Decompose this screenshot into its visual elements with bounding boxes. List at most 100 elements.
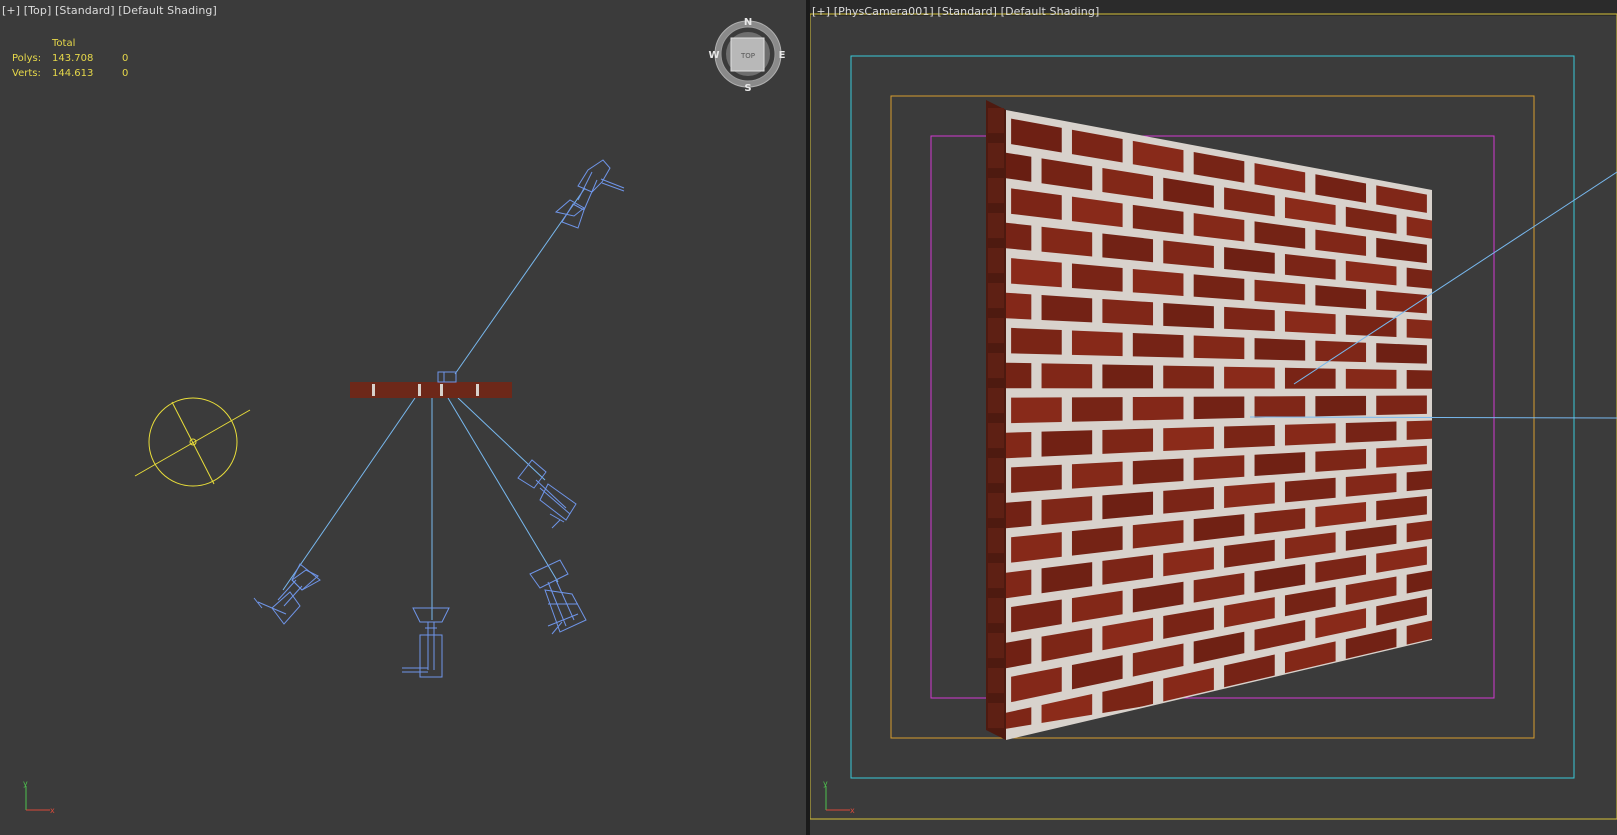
brick: [1041, 363, 1093, 389]
viewcube-west-label[interactable]: W: [708, 50, 719, 61]
brick: [1011, 397, 1062, 424]
brick-side: [988, 353, 1004, 379]
brick: [1193, 396, 1245, 420]
brick: [1406, 318, 1432, 339]
brick: [1193, 455, 1245, 481]
brick-side: [988, 703, 1004, 729]
brick: [1006, 292, 1032, 320]
brick: [1224, 366, 1275, 389]
brick: [1006, 500, 1032, 529]
brick: [1006, 362, 1032, 389]
camera-viewport-shading-menu[interactable]: [Default Shading]: [1001, 5, 1100, 18]
brick: [1071, 330, 1123, 357]
brick: [1071, 397, 1123, 422]
brick: [1163, 486, 1214, 514]
brick-side: [988, 143, 1004, 169]
brick: [1132, 458, 1184, 485]
brick: [1041, 430, 1093, 457]
brick: [1132, 332, 1184, 358]
brick-side: [988, 388, 1004, 414]
photometric-light-2[interactable]: [253, 563, 321, 625]
brick: [1102, 491, 1154, 520]
brick: [1006, 152, 1032, 182]
top-viewport-scene: TOP N S E W y x: [23, 17, 786, 815]
brick: [1406, 470, 1432, 492]
brick: [1102, 298, 1154, 326]
brick-side: [988, 283, 1004, 309]
brick-side: [988, 458, 1004, 484]
brick: [1163, 426, 1214, 452]
brick: [1011, 464, 1062, 493]
brick-side: [988, 213, 1004, 239]
camera-viewport-camera-menu[interactable]: [PhysCamera001]: [834, 5, 934, 18]
brick: [1071, 461, 1123, 489]
brick: [1006, 638, 1032, 669]
brick-side: [988, 493, 1004, 519]
brick: [1132, 396, 1184, 421]
brick: [1376, 395, 1427, 415]
axis-y-label: y: [23, 779, 28, 788]
brick: [1102, 364, 1154, 389]
photometric-light-4[interactable]: [517, 459, 577, 529]
brick: [1376, 343, 1427, 364]
viewcube-east-label[interactable]: E: [779, 50, 786, 61]
camera-axis-y-label: y: [823, 779, 828, 788]
camera-viewport-scene: y x: [810, 13, 1617, 820]
brick-side: [988, 248, 1004, 274]
brick: [1315, 395, 1367, 417]
brick-wall-perspective[interactable]: [986, 100, 1432, 740]
brick: [1376, 445, 1427, 468]
camera-axis-tripod: y x: [823, 779, 855, 815]
brick: [1284, 423, 1336, 446]
brick: [1163, 365, 1214, 389]
brick-side: [988, 563, 1004, 589]
brick-side: [988, 633, 1004, 659]
brick: [1011, 327, 1062, 355]
camera-viewport[interactable]: y x [+] [PhysCamera001] [Standard] [Defa…: [810, 0, 1617, 835]
brick-wall-top[interactable]: [350, 371, 512, 398]
brick: [1406, 520, 1432, 543]
camera-viewport-standard-menu[interactable]: [Standard]: [937, 5, 997, 18]
brick-side: [988, 423, 1004, 449]
brick: [1102, 428, 1154, 454]
brick: [1345, 421, 1397, 443]
brick: [1132, 268, 1184, 296]
brick: [1315, 340, 1367, 363]
brick: [1284, 310, 1336, 335]
brick-side: [988, 318, 1004, 344]
brick: [1345, 368, 1397, 389]
brick-side: [988, 598, 1004, 624]
camera-axis-x-label: x: [850, 806, 855, 815]
photometric-light-1[interactable]: [554, 159, 625, 229]
axis-tripod: y x: [23, 779, 55, 815]
viewcube-face-label: TOP: [740, 52, 755, 60]
brick: [1193, 274, 1245, 301]
brick-side: [988, 108, 1004, 134]
brick: [1071, 263, 1123, 292]
brick-side: [988, 528, 1004, 554]
camera-viewport-plus-menu[interactable]: [+]: [812, 5, 830, 18]
brick: [1406, 370, 1432, 389]
brick: [1163, 302, 1214, 329]
brick: [1006, 222, 1032, 251]
viewcube[interactable]: TOP N S E W: [708, 17, 785, 94]
top-viewport[interactable]: [+] [Top] [Standard] [Default Shading] T…: [0, 0, 806, 835]
brick: [1224, 425, 1275, 449]
brick: [1011, 258, 1062, 288]
brick: [1254, 396, 1306, 418]
brick: [1254, 452, 1306, 477]
viewcube-north-label[interactable]: N: [744, 17, 752, 28]
brick: [1006, 569, 1032, 599]
brick: [1315, 448, 1367, 472]
brick: [1006, 431, 1032, 459]
brick: [1406, 267, 1432, 289]
viewcube-south-label[interactable]: S: [744, 83, 751, 94]
sun-positioner-compass[interactable]: [134, 397, 251, 487]
brick: [1041, 295, 1093, 323]
brick-side: [988, 178, 1004, 204]
brick: [1224, 306, 1275, 332]
brick: [1041, 496, 1093, 525]
axis-x-label: x: [50, 806, 55, 815]
photometric-light-5[interactable]: [529, 559, 587, 635]
photometric-light-3[interactable]: [402, 607, 450, 678]
